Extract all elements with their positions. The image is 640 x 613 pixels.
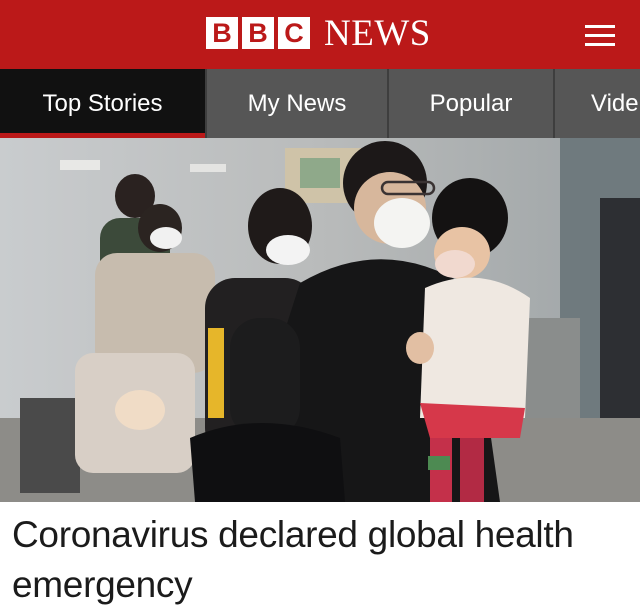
menu-line xyxy=(585,24,615,28)
story-headline[interactable]: Coronavirus declared global health emerg… xyxy=(12,510,632,610)
menu-line xyxy=(585,42,615,46)
bbc-news-logo[interactable]: B B C NEWS xyxy=(206,12,431,54)
tab-popular[interactable]: Popular xyxy=(389,69,555,138)
tab-video[interactable]: Vide xyxy=(555,69,640,138)
menu-line xyxy=(585,33,615,37)
logo-news-text: NEWS xyxy=(324,12,431,54)
app-header: B B C NEWS xyxy=(0,0,640,69)
hamburger-menu-icon[interactable] xyxy=(580,20,620,50)
logo-letter-b2: B xyxy=(242,17,274,49)
logo-letter-b1: B xyxy=(206,17,238,49)
story-photo-image xyxy=(0,138,640,502)
story-photo[interactable] xyxy=(0,138,640,502)
tab-top-stories[interactable]: Top Stories xyxy=(0,69,207,138)
logo-letter-c: C xyxy=(278,17,310,49)
section-tabs: Top Stories My News Popular Vide xyxy=(0,69,640,138)
tab-my-news[interactable]: My News xyxy=(207,69,389,138)
